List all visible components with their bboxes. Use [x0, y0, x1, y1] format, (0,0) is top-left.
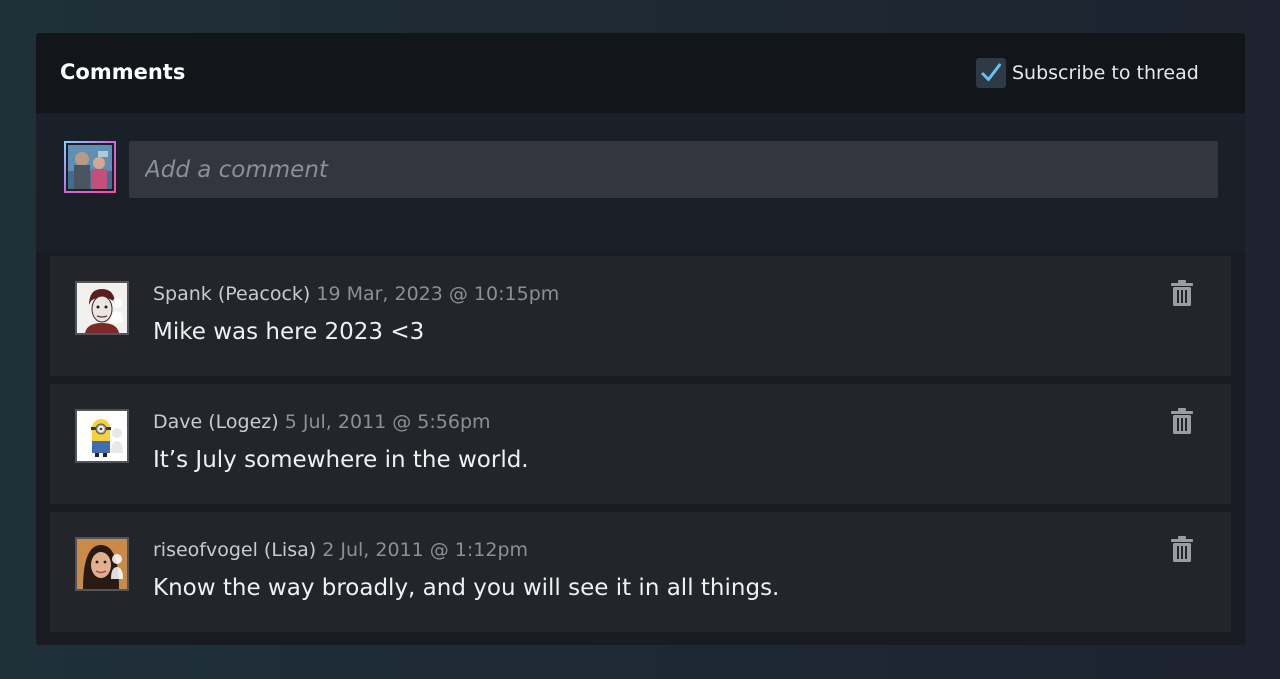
- commenter-avatar[interactable]: [75, 537, 129, 591]
- comment-author[interactable]: riseofvogel (Lisa): [153, 539, 316, 561]
- comment-meta: Dave (Logez) 5 Jul, 2011 @ 5:56pm: [153, 411, 491, 433]
- comment-item: Spank (Peacock) 19 Mar, 2023 @ 10:15pm M…: [50, 256, 1231, 376]
- comment-text: Know the way broadly, and you will see i…: [153, 575, 780, 601]
- comment-text: It’s July somewhere in the world.: [153, 447, 529, 473]
- subscribe-toggle[interactable]: Subscribe to thread: [976, 58, 1199, 88]
- minion-avatar-icon: [77, 411, 127, 461]
- comment-author[interactable]: Dave (Logez): [153, 411, 279, 433]
- commenter-avatar[interactable]: [75, 281, 129, 335]
- subscribe-label: Subscribe to thread: [1012, 62, 1199, 84]
- user-avatar-icon: [68, 145, 112, 189]
- comment-author[interactable]: Spank (Peacock): [153, 283, 310, 305]
- panel-header: Comments Subscribe to thread: [36, 33, 1245, 113]
- trash-icon[interactable]: [1170, 407, 1194, 435]
- comment-timestamp: 19 Mar, 2023 @ 10:15pm: [316, 283, 560, 305]
- portrait-avatar-icon: [77, 283, 127, 333]
- comments-panel: Comments Subscribe to thread Add a comme…: [36, 33, 1245, 645]
- checkmark-icon: [981, 63, 1001, 81]
- current-user-avatar[interactable]: [64, 141, 116, 193]
- trash-icon[interactable]: [1170, 279, 1194, 307]
- comment-item: riseofvogel (Lisa) 2 Jul, 2011 @ 1:12pm …: [50, 512, 1231, 632]
- comment-timestamp: 2 Jul, 2011 @ 1:12pm: [322, 539, 529, 561]
- comment-input[interactable]: [129, 141, 1218, 198]
- comment-item: Dave (Logez) 5 Jul, 2011 @ 5:56pm It’s J…: [50, 384, 1231, 504]
- commenter-avatar[interactable]: [75, 409, 129, 463]
- comment-timestamp: 5 Jul, 2011 @ 5:56pm: [284, 411, 491, 433]
- panel-title: Comments: [60, 60, 186, 84]
- comment-text: Mike was here 2023 <3: [153, 319, 425, 345]
- trash-icon[interactable]: [1170, 535, 1194, 563]
- comment-meta: Spank (Peacock) 19 Mar, 2023 @ 10:15pm: [153, 283, 559, 305]
- comment-meta: riseofvogel (Lisa) 2 Jul, 2011 @ 1:12pm: [153, 539, 528, 561]
- subscribe-checkbox[interactable]: [976, 58, 1006, 88]
- compose-area: [36, 113, 1245, 253]
- photo-avatar-icon: [77, 539, 127, 589]
